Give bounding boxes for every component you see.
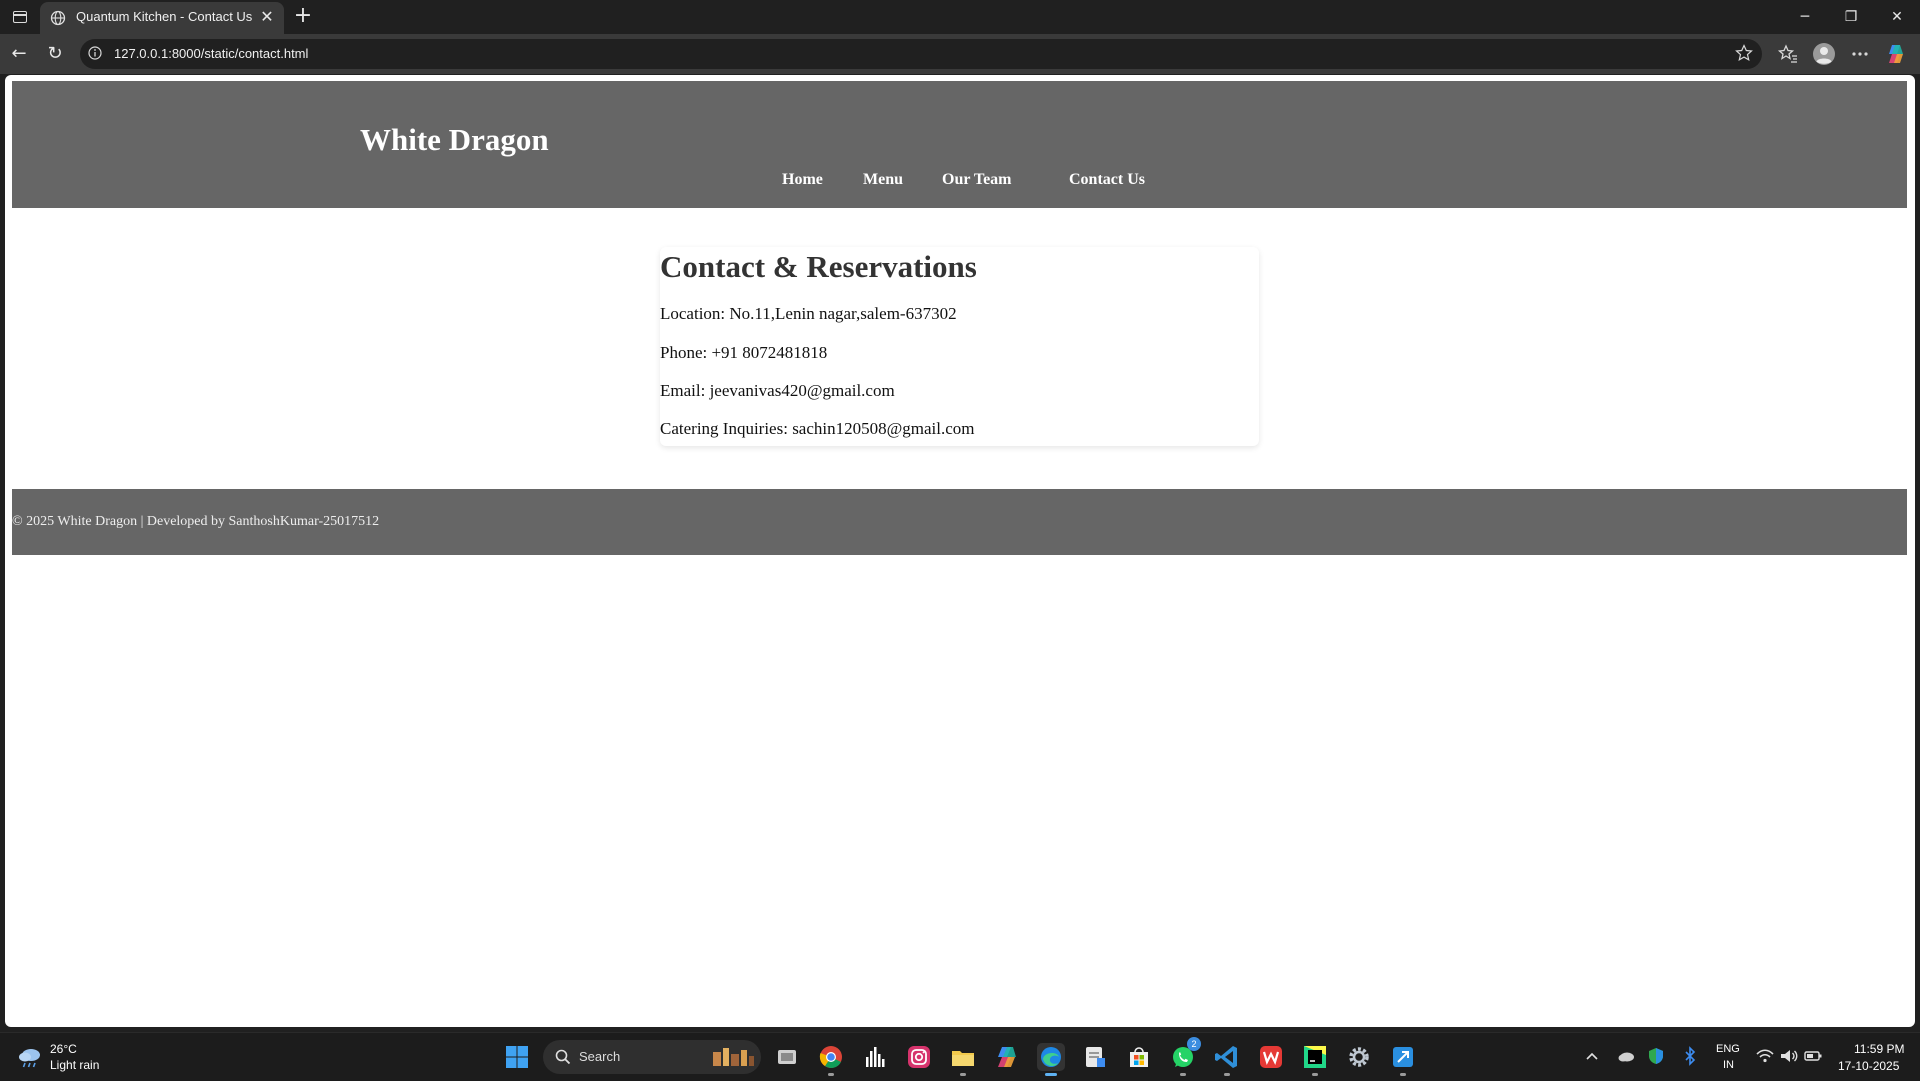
address-bar[interactable]: 127.0.0.1:8000/static/contact.html (80, 39, 1762, 69)
instagram-icon[interactable] (905, 1043, 933, 1071)
contact-card: Contact & Reservations Location: No.11,L… (660, 247, 1259, 446)
settings-gear-icon[interactable] (1345, 1043, 1373, 1071)
security-shield-icon[interactable] (1646, 1045, 1666, 1067)
copilot-icon[interactable] (1884, 42, 1908, 66)
running-indicator (828, 1073, 834, 1076)
back-button[interactable]: ← (5, 40, 33, 68)
whatsapp-unread-badge: 2 (1187, 1037, 1201, 1051)
phone-line: Phone: +91 8072481818 (660, 343, 828, 362)
task-view-icon[interactable] (773, 1043, 801, 1071)
nav-link-home[interactable]: Home (782, 171, 823, 189)
vscode-icon[interactable] (1213, 1043, 1241, 1076)
battery-icon[interactable] (1803, 1045, 1823, 1067)
site-header: White Dragon Home Menu Our Team Contact … (12, 81, 1907, 208)
tab-title: Quantum Kitchen - Contact Us (76, 9, 253, 24)
file-explorer-icon[interactable] (949, 1043, 977, 1076)
windows-start-icon[interactable] (505, 1045, 529, 1069)
minimize-button[interactable]: ─ (1782, 0, 1828, 34)
site-info-icon[interactable] (88, 46, 102, 60)
clock-time[interactable]: 11:59 PM (1854, 1042, 1904, 1056)
whatsapp-icon[interactable]: 2 (1169, 1037, 1201, 1076)
copilot-app-icon[interactable] (993, 1043, 1021, 1071)
running-indicator (1180, 1073, 1186, 1076)
edge-icon[interactable] (1037, 1043, 1065, 1076)
running-indicator (960, 1073, 966, 1076)
weather-temperature[interactable]: 26°C (50, 1042, 77, 1056)
notepad-icon[interactable] (1081, 1043, 1109, 1071)
close-tab-icon[interactable]: ✕ (258, 8, 276, 26)
running-indicator (1400, 1073, 1406, 1076)
catering-line: Catering Inquiries: sachin120508@gmail.c… (660, 419, 975, 438)
nav-link-our-team[interactable]: Our Team (942, 171, 1012, 189)
region-indicator[interactable]: IN (1723, 1059, 1734, 1071)
site-logo[interactable]: White Dragon (360, 122, 549, 158)
search-highlight-icon (713, 1048, 754, 1066)
bluetooth-icon[interactable] (1680, 1045, 1700, 1067)
profile-avatar-icon[interactable] (1812, 42, 1836, 66)
stocks-icon[interactable] (861, 1043, 889, 1071)
email-line: Email: jeevanivas420@gmail.com (660, 381, 895, 400)
browser-toolbar: ← ↻ 127.0.0.1:8000/static/contact.html (0, 34, 1920, 74)
store-icon[interactable] (1125, 1043, 1153, 1071)
chrome-icon[interactable] (817, 1043, 845, 1076)
remote-desktop-icon[interactable] (1389, 1043, 1417, 1076)
language-indicator[interactable]: ENG (1716, 1043, 1740, 1055)
weather-description[interactable]: Light rain (50, 1058, 99, 1072)
restore-button[interactable]: ❐ (1828, 0, 1874, 34)
more-options-icon[interactable] (1848, 42, 1872, 66)
contact-heading: Contact & Reservations (660, 249, 977, 284)
url-text[interactable]: 127.0.0.1:8000/static/contact.html (114, 46, 308, 61)
running-indicator (1312, 1073, 1318, 1076)
nav-link-menu[interactable]: Menu (863, 171, 903, 189)
favorites-icon[interactable] (1776, 42, 1800, 66)
rain-cloud-icon[interactable] (16, 1045, 44, 1069)
reload-button[interactable]: ↻ (41, 40, 69, 68)
browser-titlebar: Quantum Kitchen - Contact Us ✕ + ─ ❐ ✕ (0, 0, 1920, 34)
running-indicator (1224, 1073, 1230, 1076)
globe-icon (50, 10, 66, 26)
tab-actions-icon (13, 11, 27, 23)
search-label: Search (579, 1049, 621, 1064)
wps-office-icon[interactable] (1257, 1043, 1285, 1071)
active-indicator (1045, 1073, 1057, 1076)
active-tab[interactable]: Quantum Kitchen - Contact Us ✕ (40, 2, 284, 34)
windows-taskbar: 26°C Light rain Search 2 ENG IN 11:59 PM… (0, 1032, 1920, 1081)
favorite-star-icon[interactable] (1734, 43, 1754, 63)
clock-date[interactable]: 17-10-2025 (1838, 1059, 1899, 1073)
footer-text: © 2025 White Dragon | Developed by Santh… (12, 514, 380, 529)
location-line: Location: No.11,Lenin nagar,salem-637302 (660, 304, 957, 323)
tab-actions-button[interactable] (8, 5, 32, 29)
search-icon (555, 1049, 571, 1065)
volume-icon[interactable] (1779, 1045, 1799, 1067)
close-window-button[interactable]: ✕ (1874, 0, 1920, 34)
pycharm-icon[interactable] (1301, 1043, 1329, 1076)
page-viewport: White Dragon Home Menu Our Team Contact … (5, 75, 1915, 1027)
wifi-icon[interactable] (1755, 1045, 1775, 1067)
taskbar-search[interactable]: Search (543, 1040, 761, 1074)
new-tab-button[interactable]: + (290, 4, 316, 30)
site-footer: © 2025 White Dragon | Developed by Santh… (12, 489, 1907, 555)
show-hidden-icons-chevron-icon[interactable] (1582, 1045, 1602, 1067)
nav-link-contact-us[interactable]: Contact Us (1069, 171, 1145, 189)
onedrive-cloud-icon[interactable] (1616, 1045, 1636, 1067)
